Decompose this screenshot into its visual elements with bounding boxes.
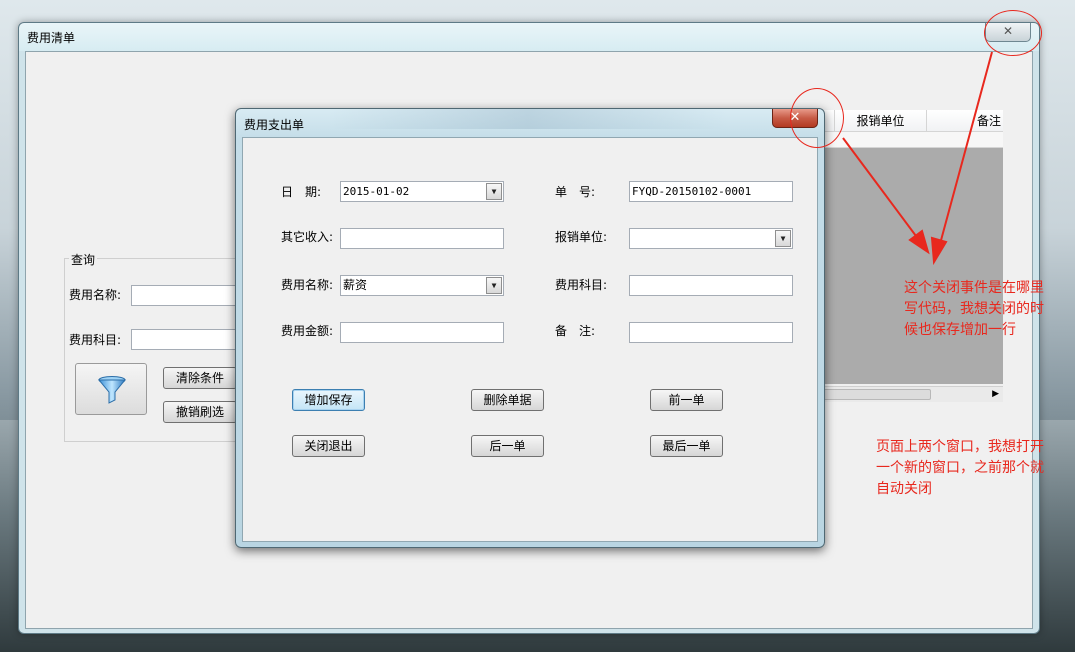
annotation-note-close-event: 这个关闭事件是在哪里 写代码，我想关闭的时 候也保存增加一行 [904,278,1044,341]
note-line: 页面上两个窗口，我想打开 [876,439,1044,455]
note-line: 一个新的窗口，之前那个就 [876,460,1044,476]
note-line: 写代码，我想关闭的时 [904,301,1044,317]
note-line: 自动关闭 [876,481,932,497]
note-line: 候也保存增加一行 [904,322,1016,338]
note-line: 这个关闭事件是在哪里 [904,280,1044,296]
annotation-note-two-windows: 页面上两个窗口，我想打开 一个新的窗口，之前那个就 自动关闭 [876,437,1044,500]
